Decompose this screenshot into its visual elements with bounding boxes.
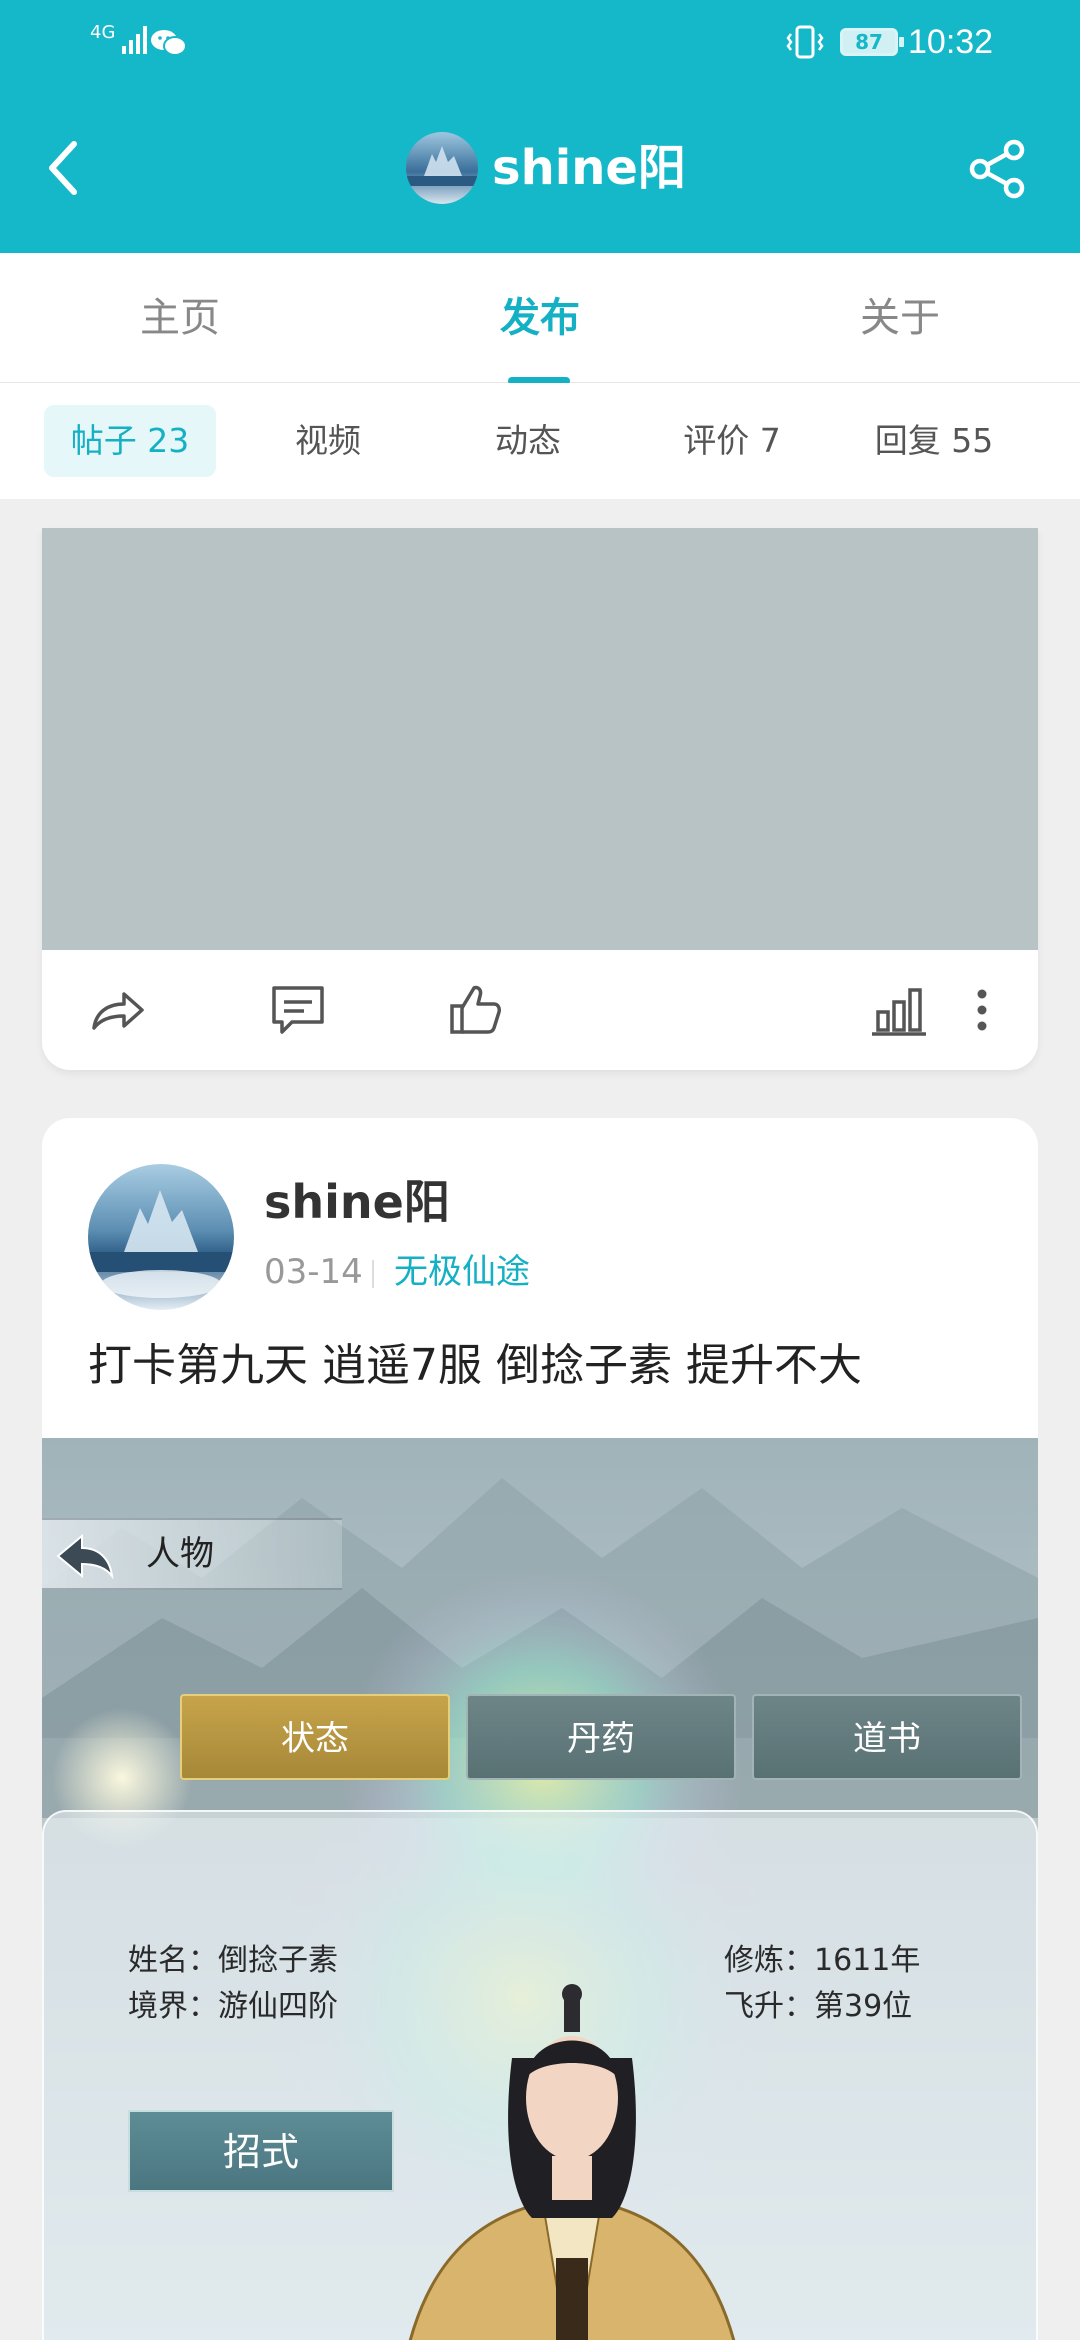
game-tab-books[interactable]: 道书 <box>752 1694 1022 1780</box>
share-icon[interactable] <box>968 138 1028 200</box>
subtab-videos[interactable]: 视频 <box>242 405 414 477</box>
author-avatar[interactable] <box>88 1164 234 1310</box>
comment-icon[interactable] <box>266 978 330 1042</box>
status-bar: 4G 87 10:32 <box>0 0 1080 84</box>
page-title: shine阳 <box>492 140 686 196</box>
battery-icon: 87 <box>840 28 904 56</box>
post-text[interactable]: 打卡第九天 逍遥7服 倒捻子素 提升不大 <box>88 1336 862 1396</box>
sub-tabs: 帖子 23 视频 动态 评价 7 回复 55 <box>0 383 1080 499</box>
more-icon[interactable] <box>962 978 1002 1042</box>
subtab-activity[interactable]: 动态 <box>442 405 614 477</box>
signal-icon <box>122 26 147 54</box>
wechat-icon <box>151 30 187 56</box>
post-image[interactable]: 人物 状态 丹药 道书 姓名：倒捻子素 境界：游仙四阶 修炼：1611年 飞升：… <box>42 1438 1038 2340</box>
post-card[interactable] <box>42 528 1038 1070</box>
network-label: 4G <box>90 22 116 43</box>
post-card[interactable]: shine阳 03-14 无极仙途 打卡第九天 逍遥7服 倒捻子素 提升不大 人… <box>42 1118 1038 2340</box>
game-character-figure <box>408 1984 736 2340</box>
author-name[interactable]: shine阳 <box>264 1172 450 1232</box>
game-screen-title: 人物 <box>146 1534 214 1574</box>
game-back-icon[interactable] <box>52 1530 116 1582</box>
game-tab-pills[interactable]: 丹药 <box>466 1694 736 1780</box>
like-icon[interactable] <box>444 978 508 1042</box>
top-bar: 4G 87 10:32 shine阳 <box>0 0 1080 253</box>
main-tabs: 主页 发布 关于 <box>0 253 1080 385</box>
meta-divider <box>372 1260 374 1288</box>
game-tag[interactable]: 无极仙途 <box>394 1250 530 1294</box>
clock: 10:32 <box>908 23 994 61</box>
stats-icon[interactable] <box>868 978 932 1042</box>
game-character-realm: 境界：游仙四阶 <box>128 1989 338 2024</box>
title-bar: shine阳 <box>0 84 1080 253</box>
vibrate-icon <box>786 25 824 59</box>
subtab-reviews[interactable]: 评价 7 <box>646 405 818 477</box>
game-character-name: 姓名：倒捻子素 <box>128 1943 338 1978</box>
header-avatar[interactable] <box>406 132 478 204</box>
back-arrow-icon[interactable] <box>40 136 90 200</box>
post-date: 03-14 <box>264 1252 363 1292</box>
tab-home[interactable]: 主页 <box>0 253 360 383</box>
subtab-replies[interactable]: 回复 55 <box>848 405 1020 477</box>
share-icon[interactable] <box>86 978 150 1042</box>
post-image[interactable] <box>42 528 1038 950</box>
tab-about[interactable]: 关于 <box>720 253 1080 383</box>
tab-posts[interactable]: 发布 <box>360 253 720 383</box>
subtab-threads[interactable]: 帖子 23 <box>44 405 216 477</box>
game-tab-status[interactable]: 状态 <box>180 1694 450 1780</box>
